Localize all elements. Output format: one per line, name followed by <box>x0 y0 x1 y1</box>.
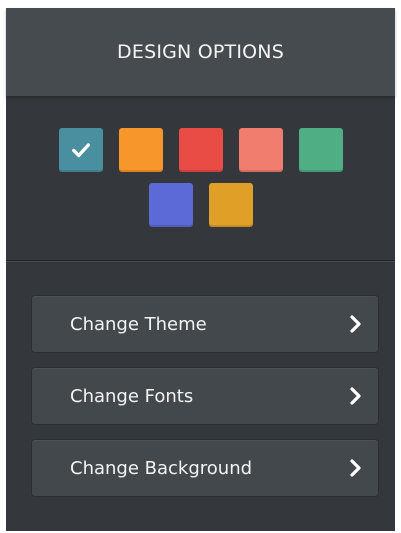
chevron-right-icon <box>350 459 361 477</box>
color-swatch-6[interactable] <box>148 183 193 227</box>
color-swatch-2[interactable] <box>118 128 163 172</box>
color-swatch-4[interactable] <box>238 128 283 172</box>
chevron-right-icon <box>350 387 361 405</box>
color-swatch-area <box>6 96 395 261</box>
menu-item-label: Change Background <box>70 457 253 479</box>
swatch-row <box>6 128 395 172</box>
menu-item-label: Change Theme <box>70 313 207 335</box>
color-swatch-3[interactable] <box>178 128 223 172</box>
color-swatch-5[interactable] <box>298 128 343 172</box>
chevron-right-icon <box>350 315 361 333</box>
swatch-row <box>6 183 395 227</box>
color-swatch-1[interactable] <box>58 128 103 172</box>
options-menu: Change Theme Change Fonts Change Backgro… <box>31 295 379 511</box>
change-background-button[interactable]: Change Background <box>31 439 379 497</box>
panel-title: DESIGN OPTIONS <box>6 8 395 96</box>
check-icon <box>71 143 90 158</box>
color-swatch-7[interactable] <box>208 183 253 227</box>
design-options-panel: DESIGN OPTIONS Change Theme Change Fonts… <box>6 8 395 531</box>
change-fonts-button[interactable]: Change Fonts <box>31 367 379 425</box>
change-theme-button[interactable]: Change Theme <box>31 295 379 353</box>
menu-item-label: Change Fonts <box>70 385 194 407</box>
